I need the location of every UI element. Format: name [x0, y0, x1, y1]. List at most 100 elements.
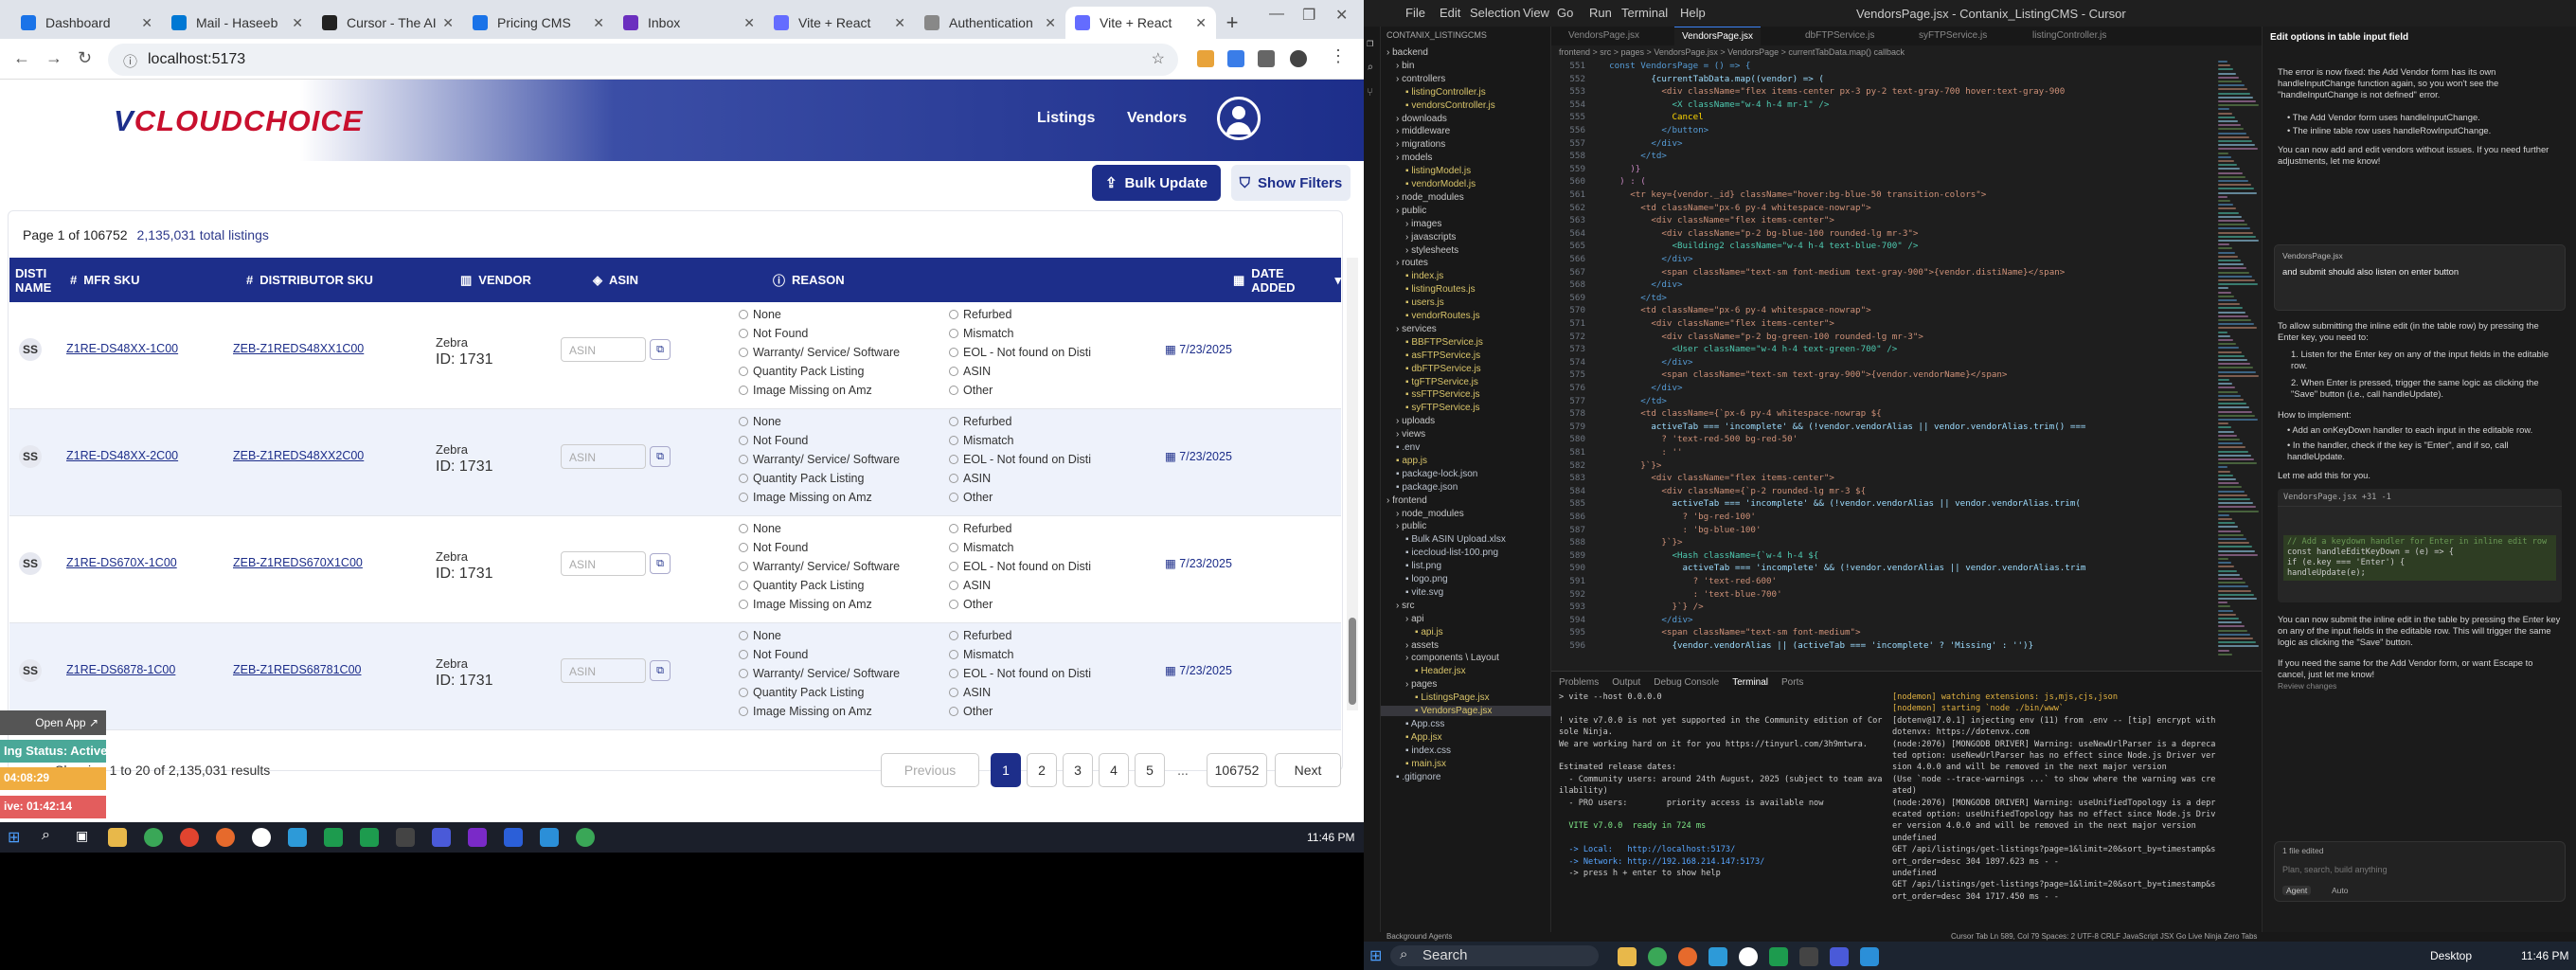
tab-close-icon[interactable]: ✕: [1045, 15, 1056, 31]
radio-icon[interactable]: [739, 581, 748, 590]
windows-start-icon[interactable]: ⊞: [8, 828, 20, 847]
reason-option[interactable]: Quantity Pack Listing: [739, 365, 864, 378]
mfr-sku-link[interactable]: Z1RE-DS6878-1C00: [66, 663, 175, 676]
editor-tab[interactable]: dbFTPService.js: [1798, 27, 1882, 45]
app-icon[interactable]: [180, 828, 199, 847]
browser-tab[interactable]: Cursor - The AI ✕: [313, 7, 463, 39]
radio-icon[interactable]: [739, 669, 748, 678]
asin-input[interactable]: ASIN: [561, 551, 646, 576]
editor-tab[interactable]: VendorsPage.jsx: [1674, 27, 1762, 45]
copy-icon[interactable]: ⧉: [650, 446, 671, 467]
folder-item[interactable]: › node_modules: [1381, 192, 1464, 203]
menu-item[interactable]: Selection: [1470, 6, 1520, 20]
folder-item[interactable]: › public: [1381, 206, 1426, 216]
col-reason[interactable]: ⓘ REASON: [773, 258, 845, 302]
mfr-sku-link[interactable]: Z1RE-DS670X-1C00: [66, 556, 177, 569]
file-item[interactable]: ▪ Bulk ASIN Upload.xlsx: [1381, 534, 1506, 545]
reason-option[interactable]: EOL - Not found on Disti: [949, 346, 1091, 359]
firefox-icon[interactable]: [1678, 947, 1697, 966]
file-item[interactable]: ▪ App.jsx: [1381, 732, 1442, 743]
distributor-sku-link[interactable]: ZEB-Z1REDS48XX1C00: [233, 342, 364, 355]
chrome-icon[interactable]: [1648, 947, 1667, 966]
back-icon[interactable]: ←: [13, 48, 30, 68]
forward-icon[interactable]: →: [45, 48, 63, 68]
reason-option[interactable]: None: [739, 308, 781, 321]
radio-icon[interactable]: [949, 310, 958, 319]
previous-button[interactable]: Previous: [881, 753, 979, 787]
tab-close-icon[interactable]: ✕: [593, 15, 604, 31]
close-window-icon[interactable]: ✕: [1335, 6, 1348, 25]
extensions-puzzle-icon[interactable]: [1258, 50, 1275, 67]
files-icon[interactable]: ❐: [1367, 36, 1373, 49]
user-message-box[interactable]: VendorsPage.jsx and submit should also l…: [2274, 244, 2566, 311]
radio-icon[interactable]: [949, 386, 958, 395]
file-explorer-icon[interactable]: [108, 828, 127, 847]
file-item[interactable]: ▪ users.js: [1381, 297, 1444, 308]
cursor-icon[interactable]: [1799, 947, 1818, 966]
radio-icon[interactable]: [949, 650, 958, 659]
browser-tab[interactable]: Dashboard ✕: [11, 7, 162, 39]
radio-icon[interactable]: [739, 543, 748, 552]
folder-item[interactable]: › src: [1381, 601, 1414, 611]
file-item[interactable]: ▪ list.png: [1381, 561, 1441, 571]
reason-option[interactable]: Mismatch: [949, 327, 1013, 340]
radio-icon[interactable]: [739, 631, 748, 640]
file-item[interactable]: ▪ api.js: [1381, 627, 1443, 638]
file-explorer-icon[interactable]: [1618, 947, 1637, 966]
taskbar-clock[interactable]: 11:46 PM: [1307, 831, 1354, 844]
file-item[interactable]: ▪ listingModel.js: [1381, 166, 1471, 176]
file-item[interactable]: ▪ .gitignore: [1381, 772, 1440, 782]
menu-item[interactable]: Help: [1680, 6, 1706, 20]
radio-icon[interactable]: [739, 600, 748, 609]
teams-icon[interactable]: [1830, 947, 1849, 966]
browser-tab[interactable]: Pricing CMS ✕: [463, 7, 614, 39]
radio-icon[interactable]: [739, 386, 748, 395]
url-input[interactable]: ⓘ localhost:5173 ☆: [108, 44, 1178, 76]
radio-icon[interactable]: [949, 329, 958, 338]
folder-item[interactable]: › models: [1381, 153, 1432, 163]
reason-option[interactable]: Refurbed: [949, 308, 1011, 321]
vscode-icon[interactable]: [1860, 947, 1879, 966]
file-item[interactable]: ▪ asFTPService.js: [1381, 350, 1480, 361]
model-dropdown[interactable]: Auto: [2332, 886, 2349, 895]
radio-icon[interactable]: [949, 493, 958, 502]
menu-item[interactable]: File: [1405, 6, 1425, 20]
nav-listings[interactable]: Listings: [1037, 110, 1095, 127]
show-filters-button[interactable]: ⛉ Show Filters: [1231, 165, 1351, 201]
onenote-icon[interactable]: [468, 828, 487, 847]
file-item[interactable]: ▪ listingController.js: [1381, 87, 1486, 98]
radio-icon[interactable]: [739, 562, 748, 571]
teams-icon[interactable]: [432, 828, 451, 847]
file-item[interactable]: ▪ package-lock.json: [1381, 469, 1477, 479]
excel-icon[interactable]: [324, 828, 343, 847]
file-item[interactable]: ▪ ListingsPage.jsx: [1381, 692, 1490, 703]
search-icon[interactable]: ⌕: [42, 827, 50, 844]
tab-close-icon[interactable]: ✕: [743, 15, 755, 31]
distributor-sku-link[interactable]: ZEB-Z1REDS68781C00: [233, 663, 361, 676]
minimap[interactable]: [2214, 61, 2262, 667]
cloudchoice-logo[interactable]: VCLOUDCHOICE: [114, 104, 363, 138]
file-item[interactable]: ▪ index.css: [1381, 745, 1451, 756]
folder-item[interactable]: › javascripts: [1381, 232, 1456, 242]
tab-close-icon[interactable]: ✕: [141, 15, 152, 31]
browser-tab[interactable]: Mail - Haseeb ✕: [162, 7, 313, 39]
minimize-icon[interactable]: —: [1269, 6, 1284, 23]
edge-icon[interactable]: [288, 828, 307, 847]
radio-icon[interactable]: [739, 493, 748, 502]
folder-item[interactable]: › public: [1381, 521, 1426, 531]
radio-icon[interactable]: [949, 600, 958, 609]
radio-icon[interactable]: [949, 436, 958, 445]
file-item[interactable]: ▪ listingRoutes.js: [1381, 284, 1476, 295]
tab-close-icon[interactable]: ✕: [292, 15, 303, 31]
reason-option[interactable]: Other: [949, 491, 993, 504]
reason-option[interactable]: Refurbed: [949, 522, 1011, 535]
asin-input[interactable]: ASIN: [561, 658, 646, 683]
mfr-sku-link[interactable]: Z1RE-DS48XX-1C00: [66, 342, 178, 355]
page-button[interactable]: 106752: [1207, 753, 1267, 787]
file-item[interactable]: ▪ vendorRoutes.js: [1381, 311, 1480, 321]
radio-icon[interactable]: [949, 581, 958, 590]
reason-option[interactable]: Image Missing on Amz: [739, 705, 872, 718]
page-button[interactable]: 1: [991, 753, 1021, 787]
new-tab-button[interactable]: +: [1216, 7, 1248, 39]
scroll-thumb[interactable]: [1349, 618, 1356, 705]
